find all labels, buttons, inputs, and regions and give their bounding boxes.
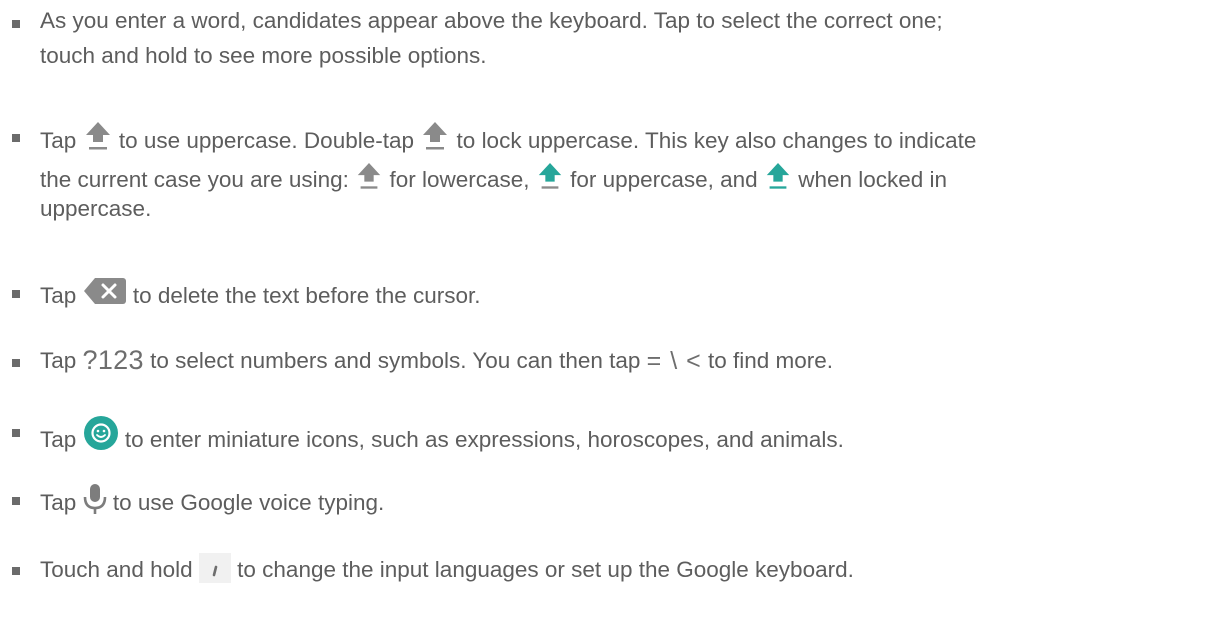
bullet-marker [12, 567, 20, 575]
text-line: uppercase. [40, 196, 152, 221]
microphone-icon [83, 483, 107, 515]
text-line: Tap to use uppercase. Double-tap to lock… [40, 120, 976, 156]
bullet-marker [12, 20, 20, 28]
shift-icon [83, 120, 113, 154]
text-segment: to select numbers and symbols. You can t… [150, 348, 641, 373]
shift-icon [420, 120, 450, 154]
text-segment: Tap [40, 490, 77, 515]
shift-lowercase-icon [355, 161, 383, 193]
text-segment: for uppercase, and [570, 167, 758, 192]
numbers-key-label: ?123 [82, 345, 144, 375]
text-line: Touch and hold to change the input langu… [40, 553, 854, 585]
text-segment: when locked in [798, 167, 948, 192]
text-line: Tap to delete the text before the cursor… [40, 276, 481, 311]
bullet-marker [12, 359, 20, 367]
text-segment: Tap [40, 128, 77, 153]
text-segment: Touch and hold [40, 557, 193, 582]
symbols-key-label: = \ < [646, 347, 702, 375]
text-line: As you enter a word, candidates appear a… [40, 8, 943, 33]
text-segment: to find more. [707, 348, 834, 373]
text-segment: to use Google voice typing. [112, 490, 385, 515]
shift-uppercase-icon [536, 161, 564, 193]
text-segment: Tap [40, 348, 77, 373]
text-segment: to use uppercase. Double-tap [118, 128, 415, 153]
text-segment: the current case you are using: [40, 167, 349, 192]
bullet-marker [12, 429, 20, 437]
comma-key-icon [198, 553, 231, 583]
text-segment: Tap [40, 283, 77, 308]
emoji-icon [83, 415, 119, 451]
text-line: Tap to use Google voice typing. [40, 483, 384, 518]
bullet-marker [12, 497, 20, 505]
bullet-marker [12, 290, 20, 298]
text-segment: to delete the text before the cursor. [132, 283, 481, 308]
bullet-marker [12, 134, 20, 142]
text-segment: Tap [40, 427, 77, 452]
text-segment: for lowercase, [389, 167, 530, 192]
delete-icon [83, 276, 127, 306]
shift-locked-icon [764, 161, 792, 193]
text-line: the current case you are using: for lowe… [40, 161, 947, 195]
text-line: touch and hold to see more possible opti… [40, 43, 487, 68]
text-segment: to change the input languages or set up … [237, 557, 854, 582]
text-segment: to lock uppercase. This key also changes… [456, 128, 977, 153]
text-line: Tap to enter miniature icons, such as ex… [40, 415, 844, 455]
text-line: Tap ?123 to select numbers and symbols. … [40, 345, 833, 376]
text-segment: to enter miniature icons, such as expres… [124, 427, 844, 452]
